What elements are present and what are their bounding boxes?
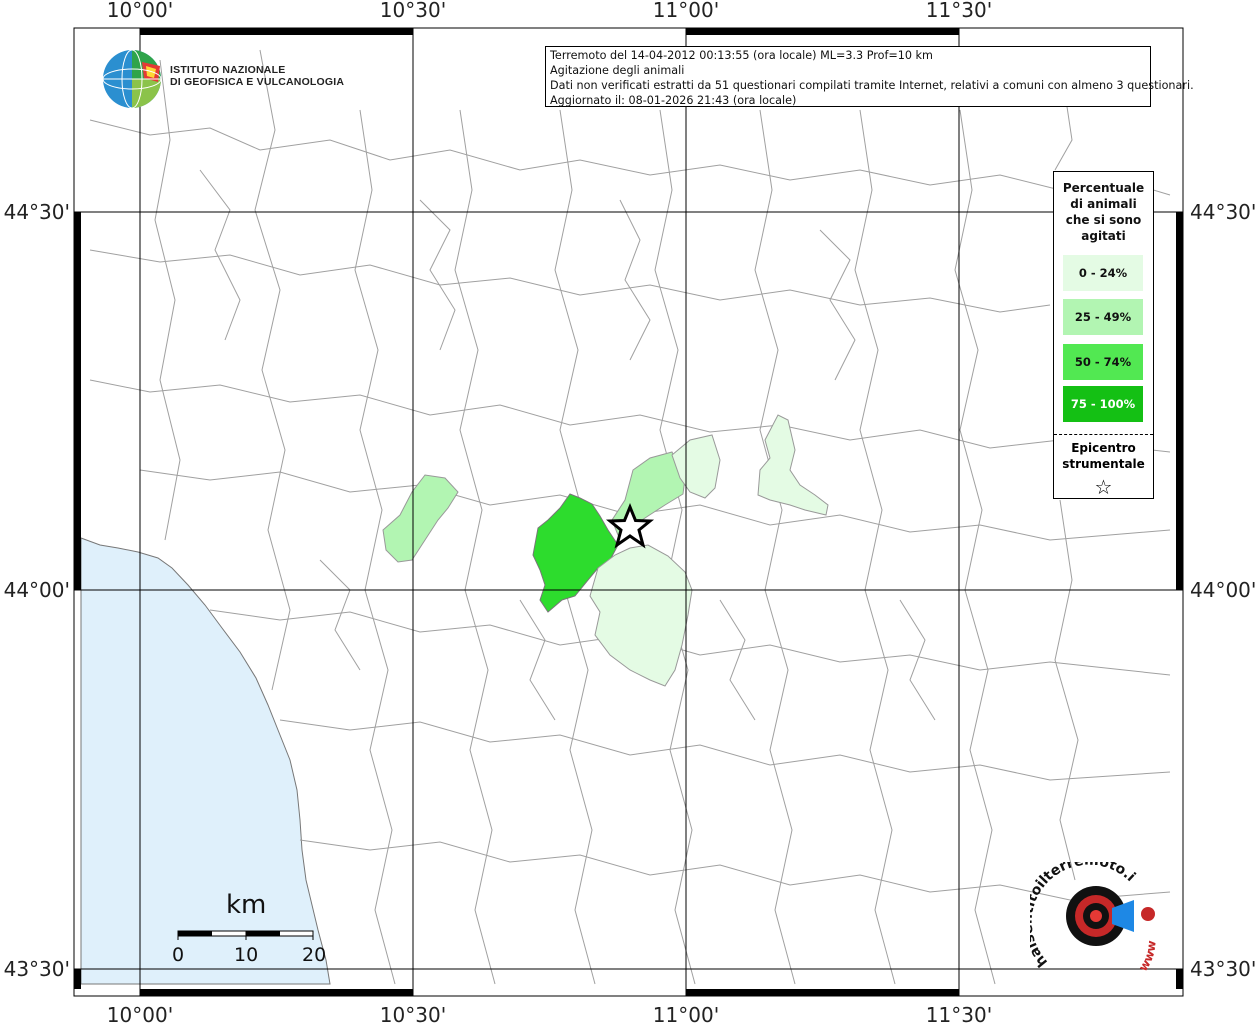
- scale-label-10: 10: [234, 944, 259, 966]
- institute-line-1: ISTITUTO NAZIONALE: [170, 64, 286, 76]
- legend-title-line-3: che si sono: [1065, 213, 1142, 227]
- event-info-box: Terremoto del 14-04-2012 00:13:55 (ora l…: [545, 46, 1194, 107]
- watermark-url: www: [1136, 940, 1159, 974]
- legend-epicenter-line-2: strumentale: [1062, 457, 1145, 471]
- left-label-2: 44°00': [4, 578, 70, 602]
- bottom-label-3: 11°00': [653, 1003, 719, 1024]
- bottom-label-1: 10°00': [107, 1003, 173, 1024]
- left-label-3: 43°30': [4, 957, 70, 981]
- top-label-1: 10°00': [107, 0, 173, 22]
- legend-title-line-4: agitati: [1081, 229, 1126, 243]
- star-icon: ☆: [1094, 475, 1113, 499]
- right-label-2: 44°00': [1190, 578, 1256, 602]
- institute-name: ISTITUTO NAZIONALE DI GEOFISICA E VULCAN…: [170, 64, 344, 88]
- institute-line-2: DI GEOFISICA E VULCANOLOGIA: [170, 76, 345, 88]
- haisentito-logo-mark: haisentitoilterremoto.it www: [1020, 850, 1159, 974]
- top-label-3: 11°00': [653, 0, 719, 22]
- legend-title-line-1: Percentuale: [1062, 181, 1145, 195]
- legend-title-line-2: di animali: [1070, 197, 1137, 211]
- legend-epicenter-line-1: Epicentro: [1071, 441, 1136, 455]
- left-label-1: 44°30': [4, 200, 70, 224]
- haisentito-logo: haisentitoilterremoto.it www: [1020, 850, 1180, 982]
- bottom-label-4: 11°30': [926, 1003, 992, 1024]
- right-label-3: 43°30': [1190, 957, 1256, 981]
- top-label-4: 11°30': [926, 0, 992, 22]
- legend-divider: [1054, 434, 1153, 435]
- event-title: Terremoto del 14-04-2012 00:13:55 (ora l…: [550, 49, 933, 62]
- scale-label-0: 0: [172, 944, 185, 966]
- data-note: Dati non verificati estratti da 51 quest…: [550, 79, 1194, 92]
- globe-icon: [102, 49, 162, 109]
- legend-title: Percentuale di animali che si sono agita…: [1054, 180, 1153, 244]
- legend-item-25-49: 25 - 49%: [1063, 299, 1143, 335]
- bottom-label-2: 10°30': [380, 1003, 446, 1024]
- right-label-1: 44°30': [1190, 200, 1256, 224]
- legend: Percentuale di animali che si sono agita…: [1053, 171, 1154, 499]
- legend-item-75-100: 75 - 100%: [1063, 386, 1143, 422]
- top-label-2: 10°30': [380, 0, 446, 22]
- legend-epicenter-label: Epicentro strumentale: [1054, 440, 1153, 472]
- updated-timestamp: Aggiornato il: 08-01-2026 21:43 (ora loc…: [550, 94, 797, 107]
- legend-item-50-74: 50 - 74%: [1063, 344, 1143, 380]
- legend-item-0-24: 0 - 24%: [1063, 255, 1143, 291]
- map-subject: Agitazione degli animali: [550, 64, 685, 77]
- scale-label-20: 20: [302, 944, 327, 966]
- scale-unit: km: [226, 890, 267, 920]
